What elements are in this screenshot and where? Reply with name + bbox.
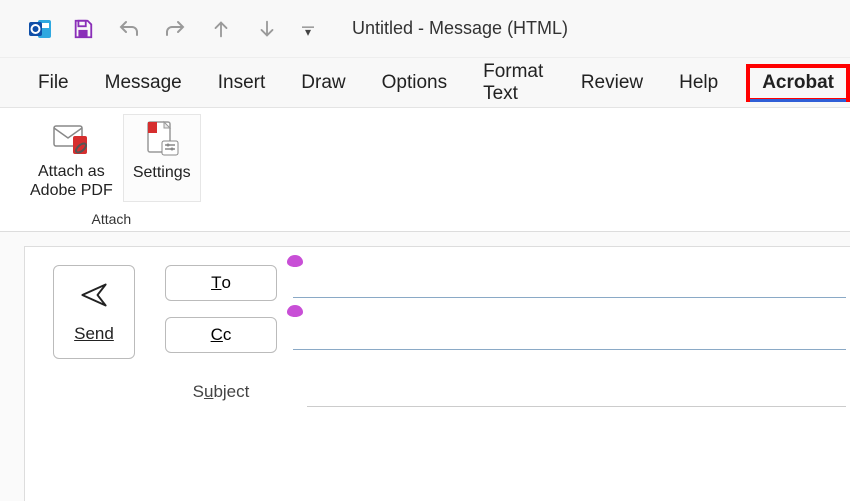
attach-as-pdf-label-2: Adobe PDF (30, 181, 113, 200)
tab-file[interactable]: File (36, 68, 71, 98)
to-button[interactable]: To (165, 265, 277, 301)
ribbon-group-attach: Attach as Adobe PDF Settin (22, 108, 201, 231)
attach-as-pdf-label-1: Attach as (38, 162, 105, 181)
compose-panel: Send To Cc Subject (24, 246, 850, 501)
tab-message[interactable]: Message (103, 68, 184, 98)
outlook-icon (28, 17, 52, 41)
send-icon (80, 281, 108, 314)
acrobat-settings-button[interactable]: Settings (123, 114, 201, 202)
save-icon[interactable] (68, 14, 98, 44)
pdf-settings-icon (142, 119, 182, 159)
ribbon: Attach as Adobe PDF Settin (0, 108, 850, 232)
redo-icon[interactable] (160, 14, 190, 44)
send-label: Send (74, 324, 114, 344)
next-item-icon[interactable] (252, 14, 282, 44)
presence-indicator-icon (287, 305, 303, 317)
ribbon-group-label: Attach (92, 211, 132, 229)
title-bar: ― ▾ Untitled - Message (HTML) (0, 0, 850, 58)
settings-label: Settings (133, 163, 191, 182)
address-fields: To Cc Subject (165, 265, 850, 501)
cc-field[interactable] (293, 320, 846, 350)
undo-icon[interactable] (114, 14, 144, 44)
tab-format-text[interactable]: Format Text (481, 57, 547, 109)
to-field[interactable] (293, 268, 846, 298)
tab-help[interactable]: Help (677, 68, 720, 98)
subject-label: Subject (165, 382, 277, 402)
cc-button[interactable]: Cc (165, 317, 277, 353)
ribbon-tabs: File Message Insert Draw Options Format … (0, 58, 850, 108)
tab-review[interactable]: Review (579, 68, 645, 98)
envelope-pdf-icon (51, 118, 91, 158)
tab-draw[interactable]: Draw (299, 68, 347, 98)
window-title: Untitled - Message (HTML) (352, 18, 568, 39)
qat-overflow-icon[interactable]: ― ▾ (298, 19, 318, 39)
previous-item-icon[interactable] (206, 14, 236, 44)
tab-insert[interactable]: Insert (216, 68, 268, 98)
send-button[interactable]: Send (53, 265, 135, 359)
tab-acrobat[interactable]: Acrobat (746, 64, 850, 102)
attach-as-adobe-pdf-button[interactable]: Attach as Adobe PDF (22, 114, 121, 200)
compose-area: Send To Cc Subject (0, 232, 850, 501)
subject-field[interactable] (307, 377, 846, 407)
presence-indicator-icon (287, 255, 303, 267)
tab-options[interactable]: Options (380, 68, 449, 98)
